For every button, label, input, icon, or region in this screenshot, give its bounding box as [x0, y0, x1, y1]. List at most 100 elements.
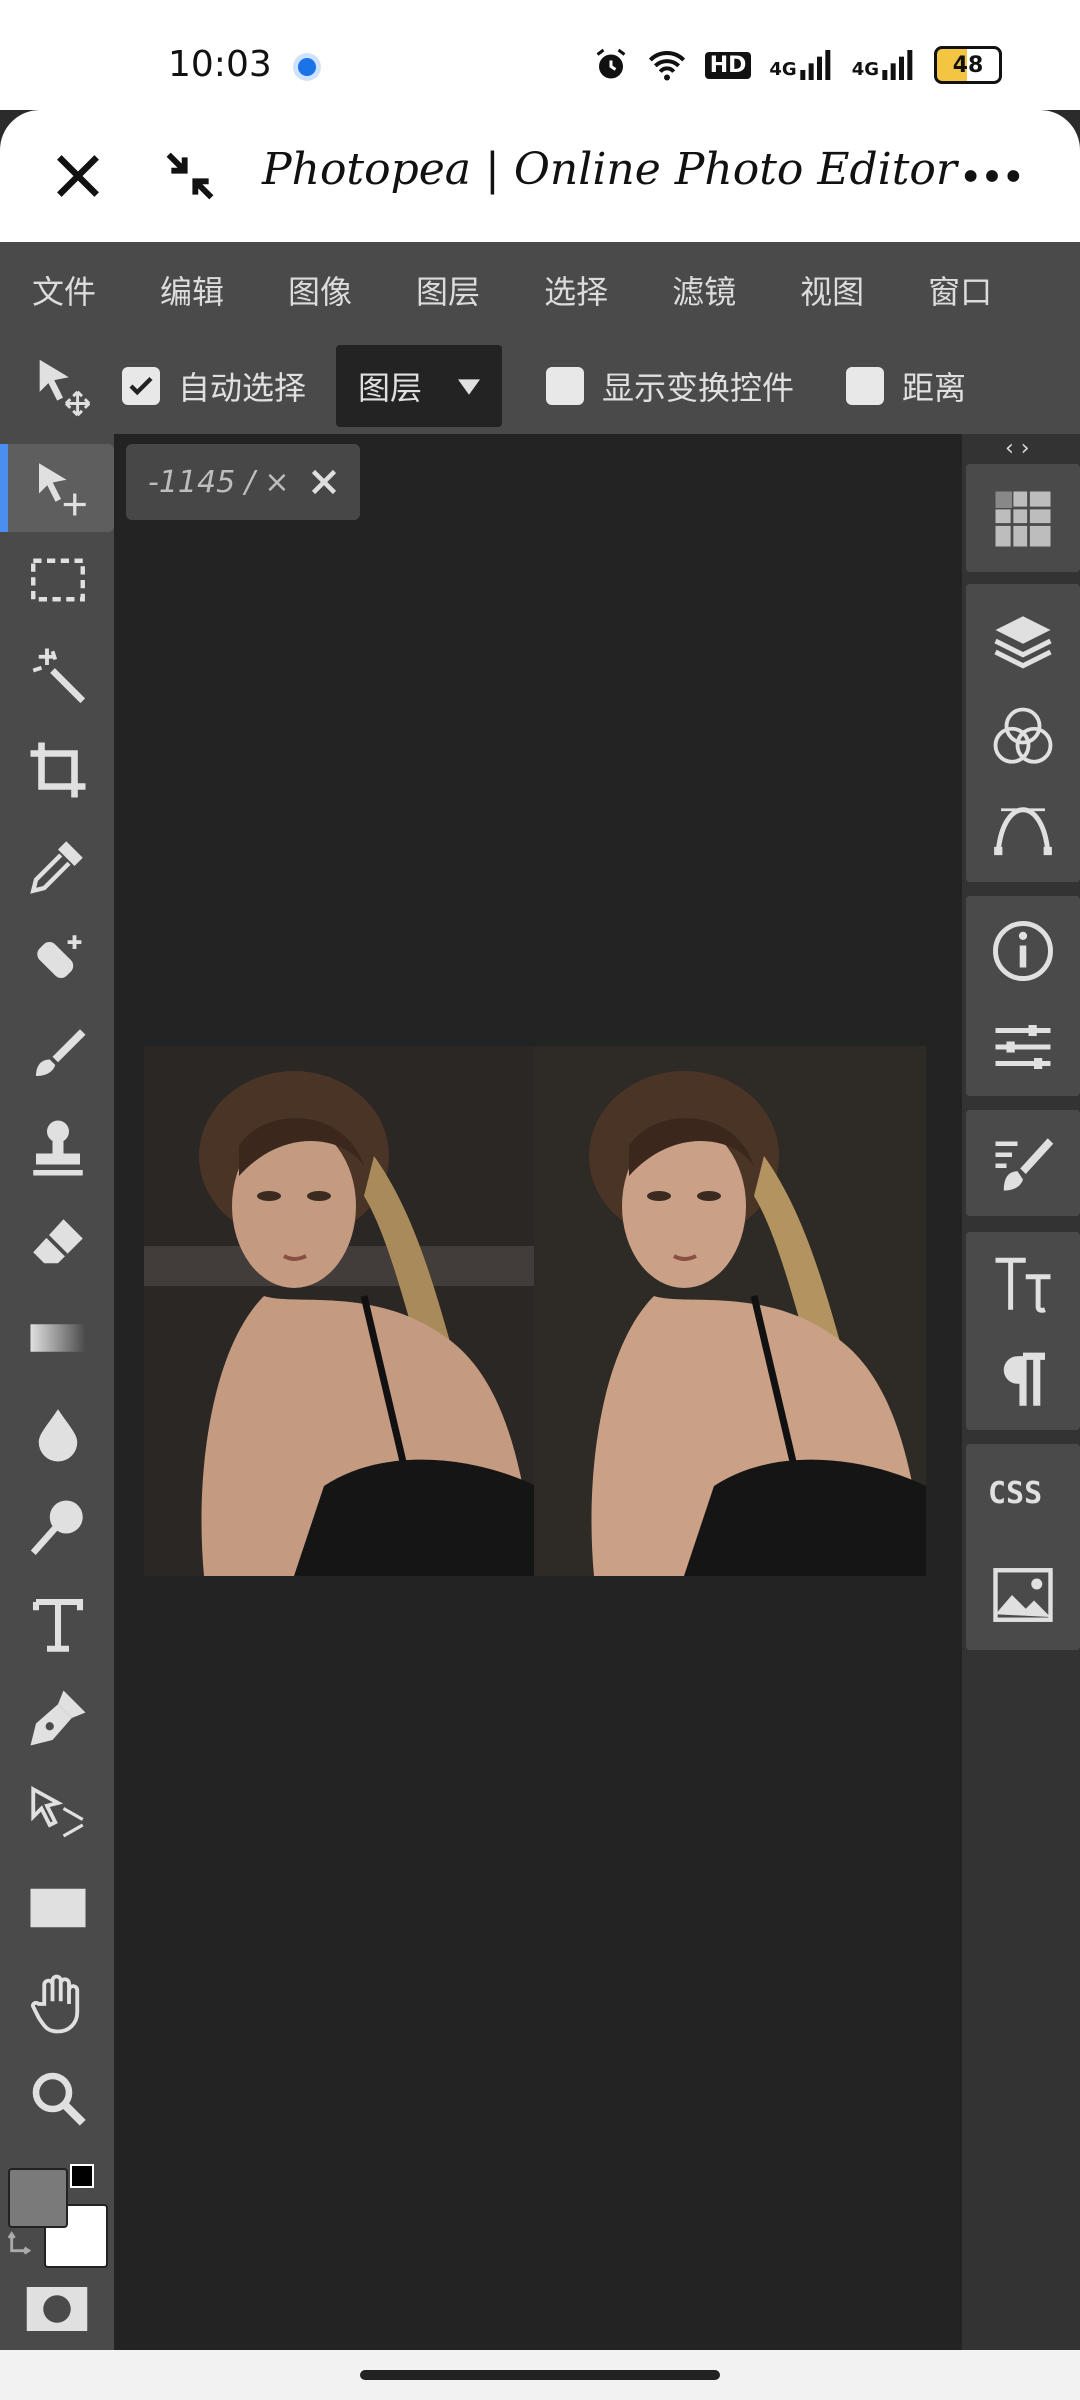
pen-icon: [30, 1690, 86, 1746]
panel-collapse-icon[interactable]: ‹ ›: [1005, 436, 1030, 461]
menu-item-layer[interactable]: 图层: [384, 267, 512, 313]
home-gesture-bar[interactable]: [360, 2370, 720, 2380]
tool-marquee[interactable]: [14, 536, 102, 624]
type-icon: [32, 1598, 84, 1652]
auto-select-label: 自动选择: [178, 369, 307, 407]
4g-signal-icon: 4G: [769, 50, 833, 80]
adjustments-icon[interactable]: [990, 1014, 1056, 1080]
menu-item-filter[interactable]: 滤镜: [640, 267, 768, 313]
checkmark-icon: [129, 376, 153, 396]
marquee-icon: [31, 558, 85, 602]
distance-label: 距离: [902, 369, 967, 407]
tool-shape[interactable]: [14, 1864, 102, 1952]
foreground-color-swatch[interactable]: [8, 2168, 68, 2228]
tool-path-select[interactable]: [14, 1770, 102, 1858]
brush-settings-icon[interactable]: [990, 1130, 1056, 1196]
menu-item-image[interactable]: 图像: [256, 267, 384, 313]
layer-select-value: 图层: [358, 369, 423, 407]
wifi-icon: [648, 51, 685, 81]
blur-drop-icon: [38, 1409, 78, 1462]
channels-icon[interactable]: [990, 704, 1056, 770]
default-colors-icon[interactable]: [70, 2164, 94, 2188]
tool-gradient[interactable]: [14, 1294, 102, 1382]
image-panel-icon[interactable]: [990, 1562, 1056, 1628]
tool-dodge[interactable]: [14, 1484, 102, 1572]
canvas-photo-left: [144, 1046, 536, 1576]
menu-item-edit[interactable]: 编辑: [128, 267, 256, 313]
css-panel-icon[interactable]: CSS: [988, 1476, 1042, 1511]
options-bar: 自动选择 图层 显示变换控件 距离: [0, 338, 1080, 434]
menu-item-select[interactable]: 选择: [512, 267, 640, 313]
close-tab-icon[interactable]: [306, 464, 342, 500]
tool-eyedropper[interactable]: [14, 822, 102, 910]
portrait-image-right: [534, 1046, 926, 1576]
move-tool-icon: [39, 463, 86, 516]
minimize-icon[interactable]: [158, 144, 222, 208]
battery-level: 48: [952, 52, 984, 78]
page-title: Photopea | Online Photo Editor: [262, 144, 957, 195]
tool-blur[interactable]: [14, 1390, 102, 1478]
portrait-image-left: [144, 1046, 536, 1576]
swap-colors-icon[interactable]: [6, 2228, 40, 2262]
dodge-icon: [30, 1500, 83, 1555]
panel-group-type: [966, 1232, 1080, 1430]
eyedropper-icon: [30, 841, 83, 894]
browser-bar: Photopea | Online Photo Editor: [0, 110, 1080, 242]
tool-healing-brush[interactable]: [14, 916, 102, 1004]
document-tab[interactable]: -1145 / ×: [126, 444, 360, 520]
tool-hand[interactable]: [14, 1960, 102, 2048]
healing-brush-icon: [37, 935, 82, 978]
status-time: 10:03: [168, 44, 272, 85]
crop-icon: [30, 742, 86, 798]
dropdown-arrow-icon: [458, 379, 481, 395]
tool-zoom[interactable]: [14, 2054, 102, 2142]
tool-crop[interactable]: [14, 726, 102, 814]
hand-icon: [30, 1974, 80, 2034]
paragraph-icon[interactable]: [990, 1348, 1056, 1414]
tool-clone-stamp[interactable]: [14, 1104, 102, 1192]
path-select-icon: [31, 1785, 84, 1838]
show-transform-checkbox[interactable]: [546, 367, 585, 405]
menu-bar: 文件 编辑 图像 图层 选择 滤镜 视图 窗口: [0, 242, 1080, 338]
menu-item-view[interactable]: 视图: [768, 267, 896, 313]
canvas-photo-right: [534, 1046, 926, 1576]
show-transform-label: 显示变换控件: [602, 369, 795, 407]
close-icon[interactable]: [46, 144, 110, 208]
tool-move[interactable]: [0, 444, 114, 532]
character-icon[interactable]: [990, 1252, 1056, 1318]
tool-type[interactable]: [14, 1580, 102, 1668]
panel-group-info: [966, 896, 1080, 1096]
battery-icon: 48: [934, 46, 1002, 84]
notification-dot-icon: [298, 58, 316, 76]
tool-brush[interactable]: [14, 1010, 102, 1098]
layer-select[interactable]: 图层: [336, 345, 503, 427]
distance-checkbox[interactable]: [846, 367, 885, 405]
auto-select-checkbox[interactable]: [122, 367, 160, 405]
tool-eraser[interactable]: [14, 1200, 102, 1288]
panel-group-history: [966, 464, 1080, 572]
tool-magic-wand[interactable]: [14, 632, 102, 720]
eraser-icon: [33, 1219, 83, 1264]
panel-group-layers: [966, 584, 1080, 882]
tool-pen[interactable]: [14, 1674, 102, 1762]
zoom-icon: [32, 2072, 86, 2126]
quick-mask-icon[interactable]: [24, 2284, 90, 2334]
info-icon[interactable]: [990, 918, 1056, 984]
status-bar: 10:03 HD 4G 4G 48: [0, 0, 1080, 110]
rectangle-shape-icon: [30, 1888, 86, 1928]
document-tab-label: -1145 / ×: [148, 464, 290, 500]
magic-wand-icon: [32, 648, 86, 704]
move-tool-icon[interactable]: [28, 351, 98, 421]
paths-icon[interactable]: [990, 796, 1056, 862]
menu-item-window[interactable]: 窗口: [896, 267, 1024, 313]
4g-signal-icon-2: 4G: [852, 50, 916, 80]
gradient-icon: [30, 1324, 86, 1352]
menu-item-file[interactable]: 文件: [0, 267, 128, 313]
layers-icon[interactable]: [990, 608, 1056, 674]
hd-icon: HD: [704, 51, 752, 79]
swatches-grid-icon[interactable]: [990, 486, 1056, 552]
panel-group-brush: [966, 1110, 1080, 1216]
tools-panel: [0, 434, 114, 2350]
status-icons: HD 4G 4G 48: [593, 46, 1002, 84]
more-options-icon[interactable]: [960, 144, 1024, 208]
